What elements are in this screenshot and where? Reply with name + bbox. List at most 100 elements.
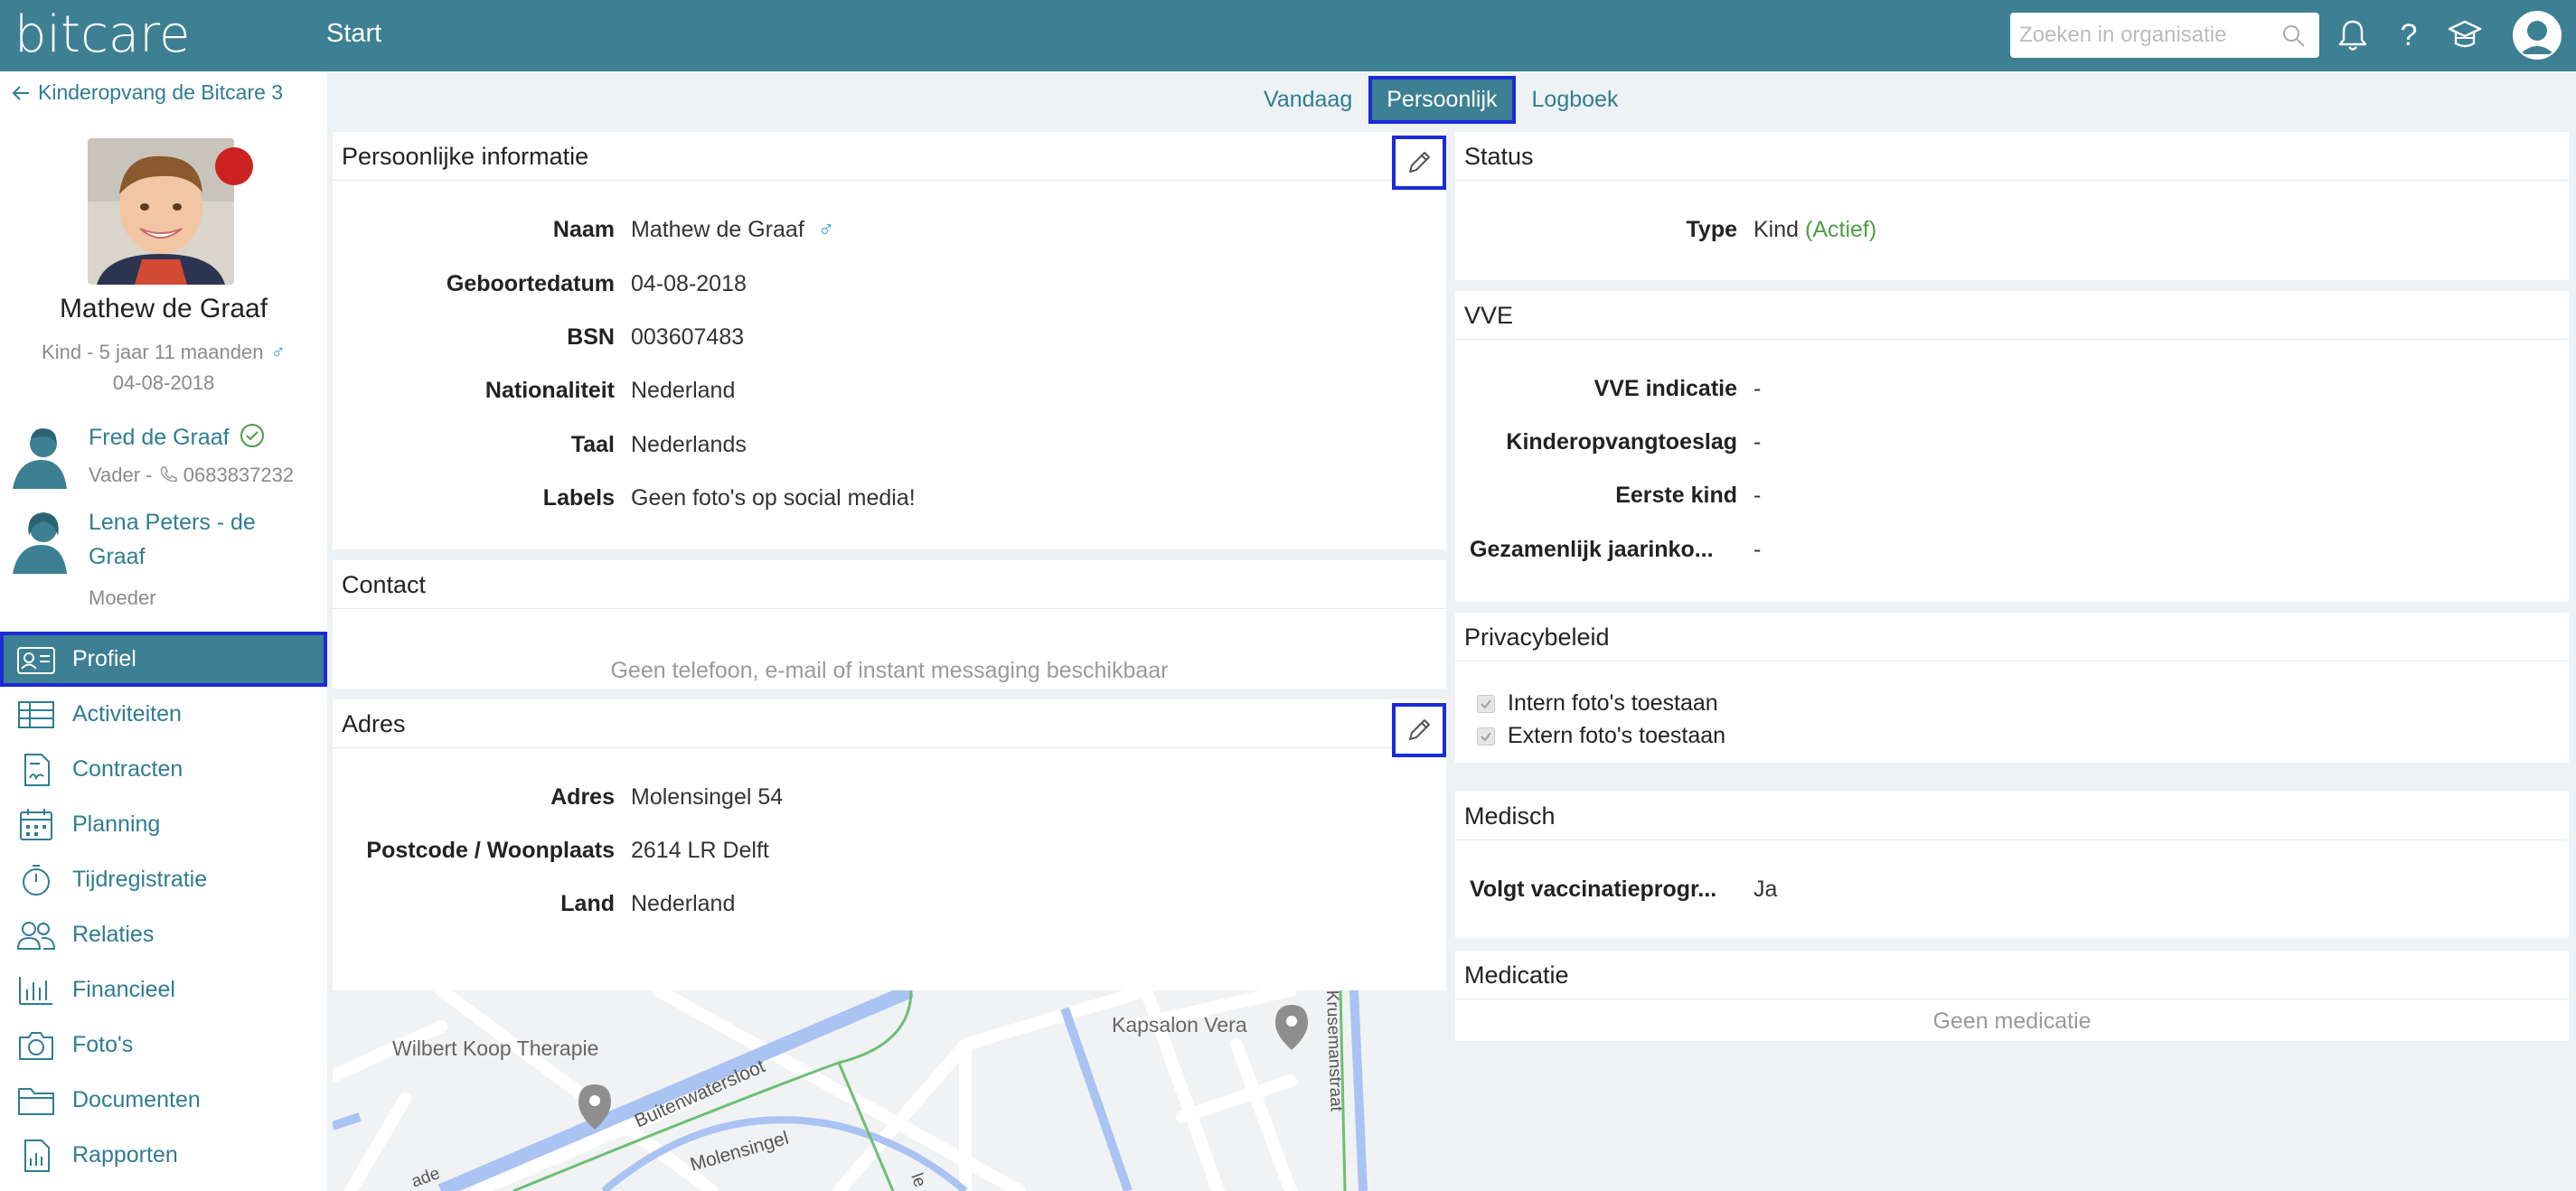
arrow-left-icon: [12, 85, 29, 100]
parent-link[interactable]: Fred de Graaf: [89, 420, 265, 455]
search-box[interactable]: [2010, 13, 2319, 58]
field-label: Taal: [570, 432, 615, 457]
sidebar-item-contracten[interactable]: Contracten: [0, 742, 327, 797]
profile-tabs: Vandaag Persoonlijk Logboek: [1247, 76, 1634, 124]
tab-logboek[interactable]: Logboek: [1516, 78, 1635, 122]
field-label: Type: [1686, 217, 1738, 242]
table-icon: [18, 700, 54, 728]
calendar-icon: [20, 808, 52, 840]
edit-address-button[interactable]: [1392, 703, 1446, 757]
sidebar-item-relaties[interactable]: Relaties: [0, 907, 327, 962]
sidebar-item-label: Documenten: [72, 1087, 201, 1112]
graduation-cap-icon[interactable]: [2446, 16, 2484, 54]
parent-phone[interactable]: 0683837232: [183, 464, 294, 486]
personal-info-title: Persoonlijke informatie: [333, 132, 1446, 181]
field-label: Kinderopvangtoeslag: [1506, 429, 1737, 455]
search-icon[interactable]: [2281, 23, 2307, 49]
field-postcode: Postcode / Woonplaats 2614 LR Delft: [333, 838, 1446, 874]
sidebar-item-fotos[interactable]: Foto's: [0, 1018, 327, 1073]
sidebar-item-profiel[interactable]: Profiel: [0, 632, 327, 687]
folder-icon: [18, 1087, 54, 1115]
field-value: -: [1753, 537, 1762, 562]
child-photo[interactable]: [88, 138, 234, 285]
field-bsn: BSN 003607483: [333, 324, 1446, 361]
bitcare-logo[interactable]: bitcare: [14, 5, 190, 64]
child-age: Kind - 5 jaar 11 maanden: [42, 341, 264, 363]
vve-title: VVE: [1455, 291, 2569, 340]
field-value: 04-08-2018: [631, 271, 747, 296]
sidebar-item-rapporten[interactable]: Rapporten: [0, 1128, 327, 1183]
field-value: 2614 LR Delft: [631, 838, 769, 863]
medication-panel: Medicatie Geen medicatie: [1455, 951, 2569, 1041]
field-taal: Taal Nederlands: [333, 432, 1446, 468]
field-type: Type Kind (Actief): [1455, 217, 2569, 253]
field-label: Eerste kind: [1615, 483, 1737, 508]
status-panel: Status Type Kind (Actief): [1455, 132, 2569, 280]
intern-photos-checkbox[interactable]: [1477, 694, 1495, 713]
field-label: Land: [560, 891, 615, 916]
privacy-label: Intern foto's toestaan: [1508, 690, 1718, 716]
privacy-title: Privacybeleid: [1455, 613, 2569, 661]
search-input[interactable]: [2019, 13, 2272, 58]
user-avatar-icon[interactable]: [2513, 11, 2562, 60]
verified-check-icon: [240, 424, 264, 447]
contact-title: Contact: [333, 560, 1446, 609]
sidebar-item-financieel[interactable]: Financieel: [0, 962, 327, 1018]
field-label: Naam: [552, 217, 615, 242]
tab-vandaag[interactable]: Vandaag: [1247, 78, 1368, 122]
medical-title: Medisch: [1455, 792, 2569, 840]
field-label: Nationaliteit: [484, 378, 615, 403]
status-title: Status: [1455, 132, 2569, 181]
camera-icon: [19, 1031, 53, 1060]
sidebar-item-label: Relaties: [72, 922, 155, 947]
sidebar-item-planning[interactable]: Planning: [0, 797, 327, 852]
check-icon: [1481, 699, 1491, 709]
male-icon: ♂: [817, 217, 835, 242]
male-icon: ♂: [270, 341, 286, 363]
sidebar-item-documenten[interactable]: Documenten: [0, 1073, 327, 1128]
active-status: (Actief): [1805, 217, 1877, 242]
back-link-label: Kinderopvang de Bitcare 3: [38, 80, 284, 104]
address-map[interactable]: Wilbert Koop Therapie Kapsalon Vera Buit…: [333, 990, 1372, 1191]
field-nationaliteit: Nationaliteit Nederland: [333, 378, 1446, 414]
field-labels: Labels Geen foto's op social media!: [333, 485, 1446, 521]
help-icon[interactable]: ?: [2390, 16, 2428, 54]
extern-photos-checkbox[interactable]: [1477, 727, 1495, 746]
back-link[interactable]: Kinderopvang de Bitcare 3: [11, 80, 283, 105]
privacy-intern: Intern foto's toestaan: [1477, 690, 1718, 717]
field-geboortedatum: Geboortedatum 04-08-2018: [333, 271, 1446, 307]
address-title: Adres: [333, 699, 1446, 748]
sidebar-nav: Profiel Activiteiten Contracten Planning…: [0, 632, 327, 1183]
privacy-label: Extern foto's toestaan: [1508, 723, 1726, 748]
check-icon: [1481, 731, 1491, 742]
field-label: Gezamenlijk jaarinko...: [1470, 537, 1714, 562]
field-label: Adres: [550, 784, 615, 810]
field-value: -: [1753, 376, 1762, 401]
medication-title: Medicatie: [1455, 951, 2569, 999]
child-birthdate: 04-08-2018: [112, 371, 215, 394]
parent-link[interactable]: Lena Peters - de Graaf: [89, 505, 256, 574]
field-label: Volgt vaccinatieprogr...: [1470, 877, 1717, 902]
sidebar-item-activiteiten[interactable]: Activiteiten: [0, 687, 327, 742]
field-value: Geen foto's op social media!: [631, 485, 916, 511]
field-value: -: [1753, 429, 1762, 455]
edit-personal-button[interactable]: [1392, 136, 1446, 190]
contact-panel: Contact Geen telefoon, e-mail of instant…: [333, 560, 1446, 689]
tab-persoonlijk[interactable]: Persoonlijk: [1368, 76, 1516, 124]
field-value: 003607483: [631, 324, 745, 350]
bell-icon[interactable]: [2334, 16, 2372, 54]
field-naam: Naam Mathew de Graaf ♂: [333, 217, 1446, 253]
parent-name-line1: Lena Peters - de: [89, 510, 256, 535]
type-value: Kind: [1753, 217, 1800, 242]
sidebar-item-tijdregistratie[interactable]: Tijdregistratie: [0, 852, 327, 907]
field-label: Labels: [542, 485, 615, 511]
sidebar-item-label: Profiel: [72, 646, 136, 671]
map-canvas[interactable]: Wilbert Koop Therapie Kapsalon Vera Buit…: [333, 990, 1372, 1191]
page-title: Start: [326, 19, 382, 48]
map-label-poi2: Kapsalon Vera: [1112, 1013, 1247, 1036]
field-value: Mathew de Graaf ♂: [631, 217, 834, 243]
field-label: BSN: [567, 324, 615, 350]
bar-chart-icon: [19, 976, 52, 1005]
stopwatch-icon: [23, 864, 50, 896]
field-label: Geboortedatum: [446, 271, 615, 296]
